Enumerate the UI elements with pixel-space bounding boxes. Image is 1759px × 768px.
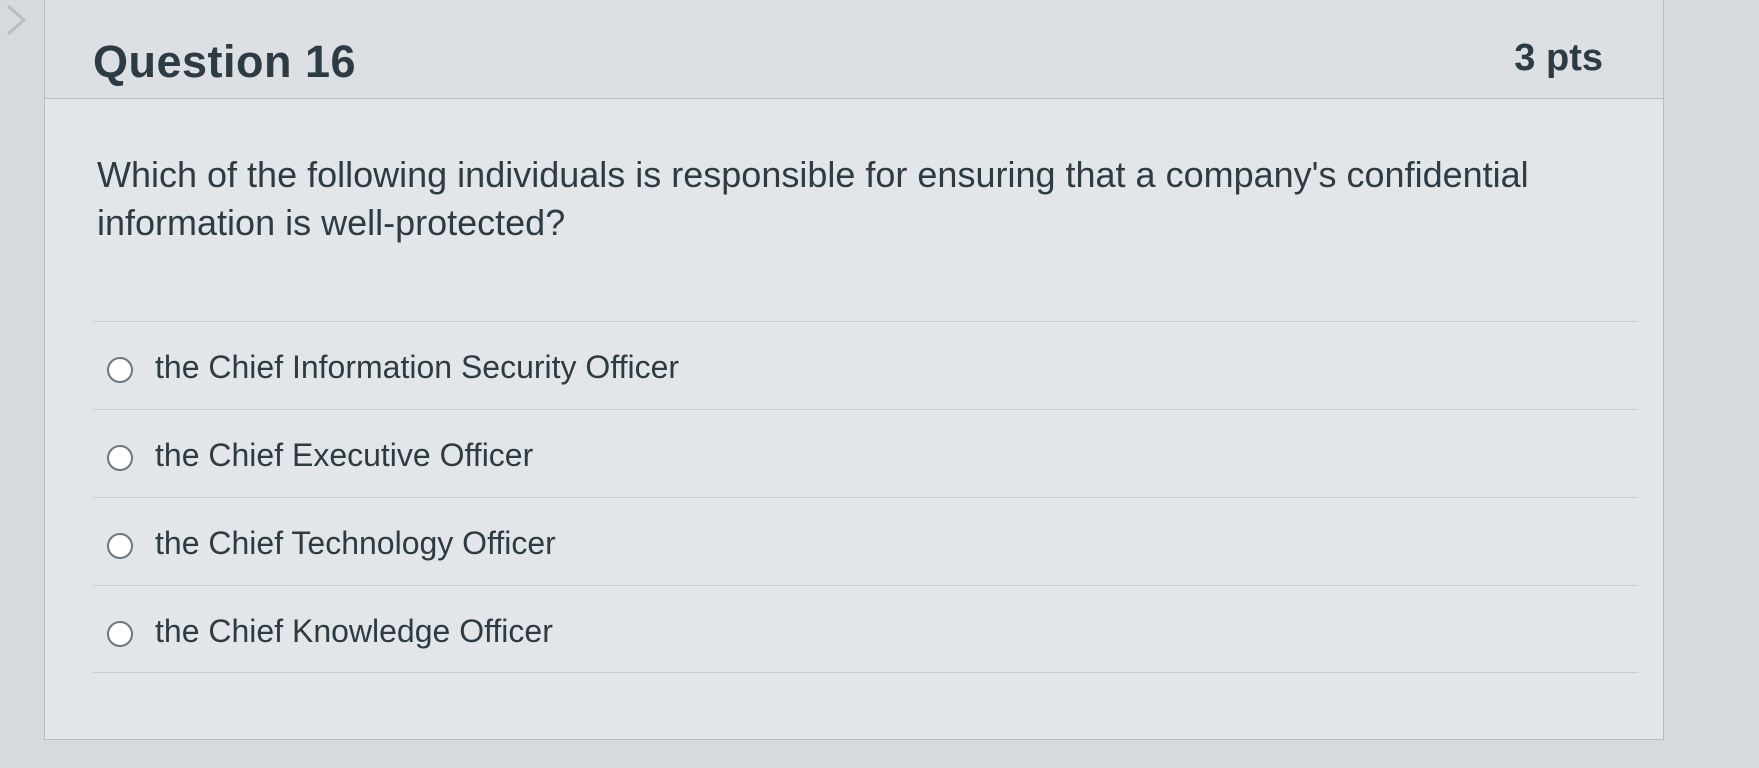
question-prompt: Which of the following individuals is re… xyxy=(97,154,1529,243)
radio-unselected-icon[interactable] xyxy=(107,621,133,647)
question-header: Question 16 3 pts xyxy=(45,0,1663,99)
answer-label: the Chief Technology Officer xyxy=(155,525,556,561)
question-title: Question 16 xyxy=(93,36,357,88)
answer-option-ceo[interactable]: the Chief Executive Officer xyxy=(93,409,1638,497)
radio-unselected-icon[interactable] xyxy=(107,533,133,559)
radio-unselected-icon[interactable] xyxy=(107,445,133,471)
question-card: Question 16 3 pts Which of the following… xyxy=(44,0,1664,740)
points-value: 3 pts xyxy=(1514,37,1603,79)
answer-option-cko[interactable]: the Chief Knowledge Officer xyxy=(93,585,1638,673)
chevron-right-icon xyxy=(7,4,27,36)
answer-list: the Chief Information Security Officer t… xyxy=(93,321,1638,673)
answer-label: the Chief Knowledge Officer xyxy=(155,613,553,649)
answer-option-cto[interactable]: the Chief Technology Officer xyxy=(93,497,1638,585)
answer-option-ciso[interactable]: the Chief Information Security Officer xyxy=(93,321,1638,409)
answer-label: the Chief Executive Officer xyxy=(155,437,534,473)
answer-label: the Chief Information Security Officer xyxy=(155,349,680,385)
radio-unselected-icon[interactable] xyxy=(107,357,133,383)
